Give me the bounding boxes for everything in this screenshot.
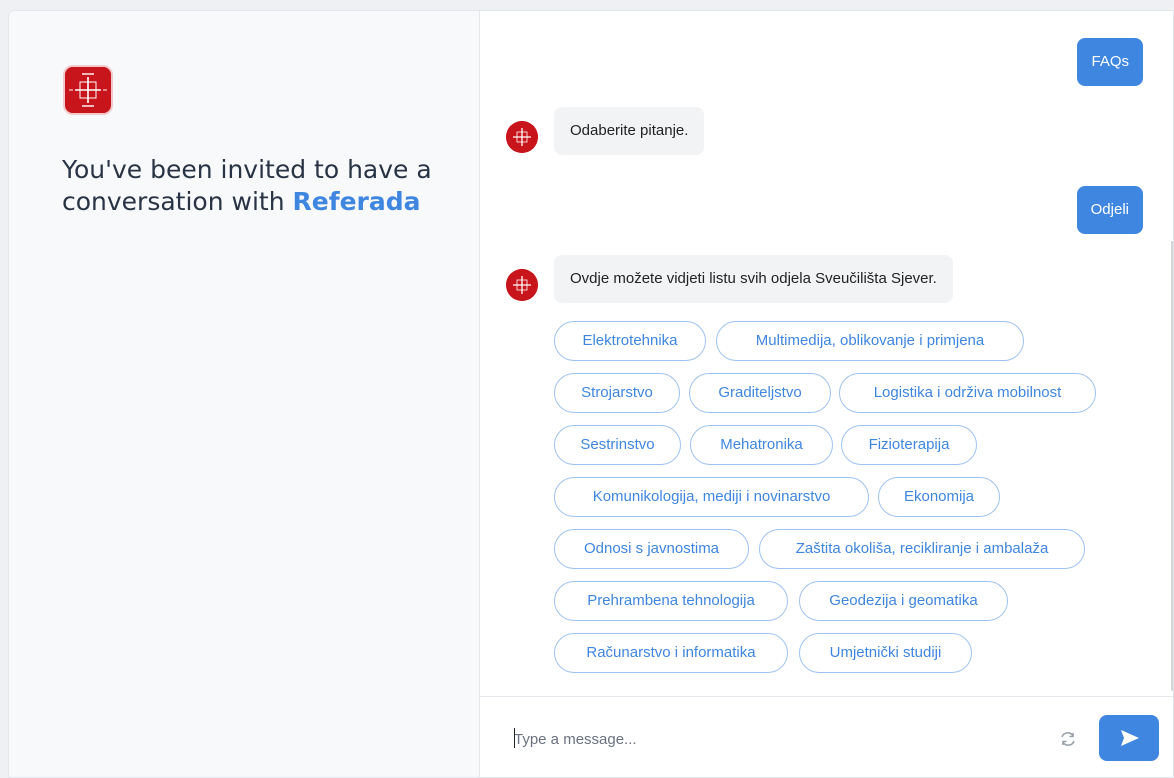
invitation-heading: You've been invited to have a conversati… <box>62 154 442 218</box>
intro-panel: You've been invited to have a conversati… <box>9 11 480 777</box>
university-logo-icon <box>63 65 113 115</box>
quick-reply-chip[interactable]: Elektrotehnika <box>554 321 706 361</box>
quick-reply-chip[interactable]: Sestrinstvo <box>554 425 681 465</box>
quick-reply-chip[interactable]: Mehatronika <box>690 425 833 465</box>
quick-reply-chip[interactable]: Komunikologija, mediji i novinarstvo <box>554 477 869 517</box>
quick-reply-chip[interactable]: Prehrambena tehnologija <box>554 581 788 621</box>
quick-reply-chip[interactable]: Računarstvo i informatika <box>554 633 788 673</box>
message-input[interactable] <box>514 727 1034 751</box>
quick-reply-chip[interactable]: Logistika i održiva mobilnost <box>839 373 1096 413</box>
message-composer <box>480 696 1173 777</box>
bot-message: Ovdje možete vidjeti listu svih odjela S… <box>554 255 953 303</box>
bot-name: Referada <box>292 187 421 216</box>
app-window: You've been invited to have a conversati… <box>8 10 1174 778</box>
bot-message: Odaberite pitanje. <box>554 107 705 155</box>
user-message: FAQs <box>1077 38 1143 86</box>
quick-reply-chip[interactable]: Geodezija i geomatika <box>799 581 1008 621</box>
quick-reply-chip[interactable]: Umjetnički studiji <box>799 633 972 673</box>
chat-panel: FAQs Odaberite pitanje. Odjeli Ovdje mož… <box>480 11 1173 777</box>
quick-reply-chip[interactable]: Strojarstvo <box>554 373 680 413</box>
send-icon <box>1121 730 1139 746</box>
quick-reply-chip[interactable]: Ekonomija <box>878 477 1000 517</box>
quick-reply-chip[interactable]: Zaštita okoliša, recikliranje i ambalaža <box>759 529 1085 569</box>
refresh-icon[interactable] <box>1057 728 1079 750</box>
message-list: FAQs Odaberite pitanje. Odjeli Ovdje mož… <box>480 11 1173 696</box>
bot-avatar-icon <box>506 269 538 301</box>
quick-reply-chip[interactable]: Multimedija, oblikovanje i primjena <box>716 321 1024 361</box>
send-button[interactable] <box>1099 715 1159 761</box>
quick-reply-chip[interactable]: Odnosi s javnostima <box>554 529 749 569</box>
bot-avatar-icon <box>506 121 538 153</box>
quick-reply-chip[interactable]: Graditeljstvo <box>689 373 831 413</box>
user-message: Odjeli <box>1076 186 1143 234</box>
text-cursor <box>514 728 515 748</box>
quick-reply-chip[interactable]: Fizioterapija <box>841 425 977 465</box>
